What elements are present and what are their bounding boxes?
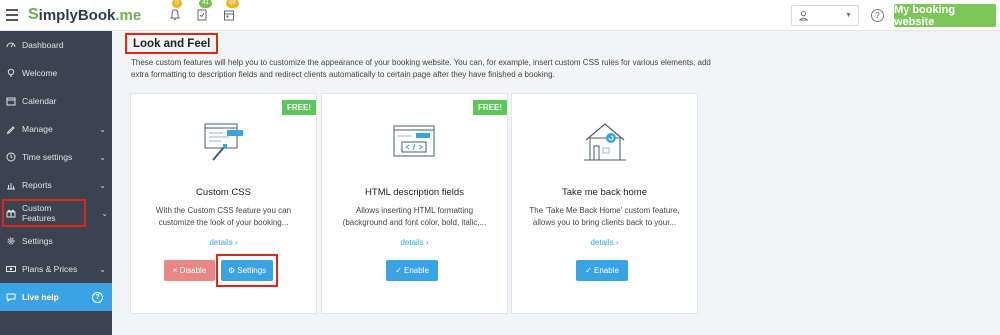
feature-card-custom-css: FREE! Custom CSS With the Custom CSS fea… xyxy=(130,93,317,314)
disable-button[interactable]: × Disable xyxy=(164,260,215,281)
card-title: Custom CSS xyxy=(196,187,251,198)
calendar-icon xyxy=(6,96,16,106)
chevron-down-icon: ⌄ xyxy=(99,124,106,134)
sidebar-item-time-settings[interactable]: Time settings ⌄ xyxy=(0,143,112,171)
sidebar-item-reports[interactable]: Reports ⌄ xyxy=(0,171,112,199)
details-link[interactable]: details › xyxy=(131,238,316,247)
sidebar-item-label: Settings xyxy=(22,236,53,246)
card-description: Allows inserting HTML formatting (backgr… xyxy=(342,206,487,227)
sidebar-item-custom-features[interactable]: Custom Features ⌄ xyxy=(2,199,108,227)
css-illustration-icon xyxy=(204,123,243,161)
page-intro: These custom features will help you to c… xyxy=(131,58,711,79)
gear-icon xyxy=(6,236,16,246)
bell-icon[interactable]: 0 xyxy=(167,0,183,23)
user-icon xyxy=(798,11,809,21)
bar-chart-icon xyxy=(6,180,16,190)
user-dropdown[interactable]: ▼ xyxy=(791,5,859,26)
help-icon[interactable]: ? xyxy=(871,9,884,22)
chevron-down-icon: ▼ xyxy=(845,12,852,19)
chevron-down-icon: ⌄ xyxy=(99,264,106,274)
calendar-badge: off xyxy=(226,0,239,8)
sidebar-item-label: Plans & Prices xyxy=(22,264,78,274)
sidebar-item-plans-prices[interactable]: Plans & Prices ⌄ xyxy=(0,255,112,283)
details-link[interactable]: details › xyxy=(322,238,507,247)
hamburger-menu-icon[interactable] xyxy=(4,4,26,26)
feature-card-html-description: FREE! HTML description fields Allows ins… xyxy=(321,93,508,314)
sidebar: Dashboard Welcome Calendar Manage ⌄ Time… xyxy=(0,31,112,335)
top-bar: S implyBook .me 0 41 off ▼ ? My booking … xyxy=(0,0,1000,31)
dashboard-icon xyxy=(6,40,16,50)
sidebar-item-dashboard[interactable]: Dashboard xyxy=(0,31,112,59)
calendar-icon[interactable]: off xyxy=(221,0,239,23)
free-badge: FREE! xyxy=(282,100,316,115)
enable-button[interactable]: ✓ Enable xyxy=(386,260,438,281)
enable-button[interactable]: ✓ Enable xyxy=(576,260,628,281)
card-description: The 'Take Me Back Home' custom feature, … xyxy=(529,206,680,227)
sidebar-item-label: Manage xyxy=(22,124,53,134)
chevron-down-icon: ⌄ xyxy=(101,208,108,218)
sidebar-item-label: Custom Features xyxy=(22,203,56,223)
sidebar-item-label: Calendar xyxy=(22,96,57,106)
free-badge: FREE! xyxy=(473,100,507,115)
live-help-label: Live help xyxy=(22,292,59,302)
sidebar-item-settings[interactable]: Settings xyxy=(0,227,112,255)
html-illustration-icon xyxy=(393,125,434,157)
card-title: HTML description fields xyxy=(365,187,464,198)
question-icon: ? xyxy=(92,291,103,303)
pencil-icon xyxy=(6,124,16,134)
main-content: Look and Feel These custom features will… xyxy=(112,31,1000,335)
bell-badge: 0 xyxy=(172,0,182,8)
my-booking-website-button[interactable]: My booking website xyxy=(894,4,996,28)
details-link[interactable]: details › xyxy=(512,238,697,247)
logo[interactable]: S implyBook .me xyxy=(28,6,141,24)
sidebar-item-label: Time settings xyxy=(22,152,73,162)
gift-icon xyxy=(6,208,16,218)
logo-s: S xyxy=(28,6,39,23)
logo-me: .me xyxy=(115,6,142,24)
settings-highlight-box xyxy=(216,254,278,287)
chevron-down-icon: ⌄ xyxy=(99,180,106,190)
sidebar-item-label: Reports xyxy=(22,180,52,190)
card-title: Take me back home xyxy=(561,187,647,198)
sidebar-item-label: Dashboard xyxy=(22,40,64,50)
clock-icon xyxy=(6,152,16,162)
card-description: With the Custom CSS feature you can cust… xyxy=(155,206,292,227)
logo-main: implyBook xyxy=(38,6,116,24)
feature-card-take-me-back-home: Take me back home The 'Take Me Back Home… xyxy=(511,93,698,314)
chat-bubble-icon xyxy=(6,292,16,302)
lightbulb-icon xyxy=(6,68,16,78)
home-illustration-icon xyxy=(583,123,626,161)
sidebar-item-welcome[interactable]: Welcome xyxy=(0,59,112,87)
clipboard-badge: 41 xyxy=(199,0,212,8)
sidebar-item-label: Welcome xyxy=(22,68,58,78)
money-icon xyxy=(6,264,16,274)
page-title: Look and Feel xyxy=(125,33,219,54)
clipboard-check-icon[interactable]: 41 xyxy=(194,0,212,23)
live-help-button[interactable]: Live help ? xyxy=(0,283,112,311)
sidebar-item-manage[interactable]: Manage ⌄ xyxy=(0,115,112,143)
sidebar-item-calendar[interactable]: Calendar xyxy=(0,87,112,115)
chevron-down-icon: ⌄ xyxy=(99,152,106,162)
